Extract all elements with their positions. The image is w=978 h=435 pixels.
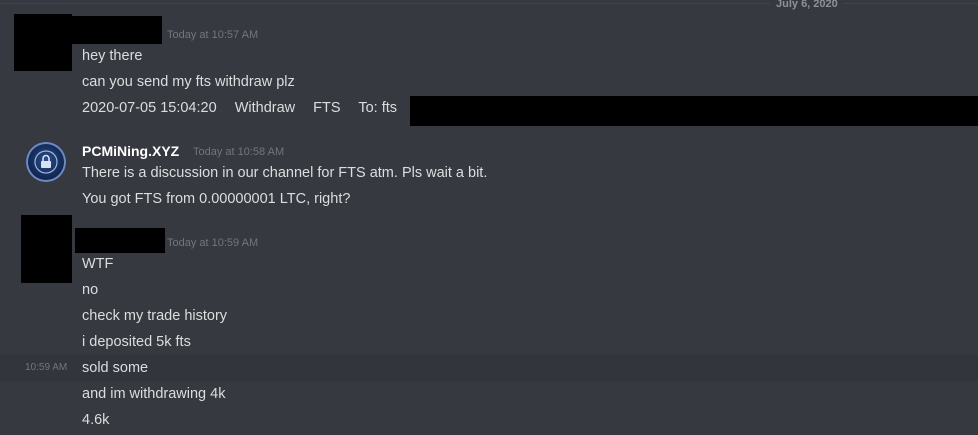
redacted-username	[72, 16, 162, 44]
message-text: no	[82, 282, 99, 298]
message-text: i deposited 5k fts	[82, 334, 191, 350]
message-text: WTF	[82, 256, 114, 272]
hover-timestamp: 10:59 AM	[25, 362, 68, 373]
withdraw-coin: FTS	[313, 100, 341, 116]
chat-messages: July 6, 2020 Today at 10:57 AM hey there…	[0, 0, 978, 435]
redacted-username	[75, 228, 165, 253]
redacted-avatar	[14, 14, 72, 71]
lock-icon	[34, 150, 58, 174]
message-text: can you send my fts withdraw plz	[82, 74, 295, 90]
message-timestamp: Today at 10:58 AM	[193, 146, 285, 158]
message-timestamp: Today at 10:59 AM	[167, 237, 259, 249]
message-text: 4.6k	[82, 412, 110, 428]
withdraw-action: Withdraw	[234, 100, 296, 116]
message-text: and im withdrawing 4k	[82, 386, 226, 402]
redacted-address	[410, 96, 978, 126]
withdraw-address: To: fts	[358, 100, 398, 116]
date-divider: July 6, 2020	[0, 0, 978, 10]
redacted-avatar	[21, 215, 72, 283]
date-divider-label: July 6, 2020	[770, 0, 844, 10]
message-text: You got FTS from 0.00000001 LTC, right?	[82, 191, 351, 207]
message-timestamp: Today at 10:57 AM	[167, 29, 259, 41]
withdraw-datetime: 2020-07-05 15:04:20	[82, 100, 217, 116]
avatar[interactable]	[26, 142, 66, 182]
message-text: sold some	[82, 360, 149, 376]
message-text: There is a discussion in our channel for…	[82, 165, 488, 181]
withdraw-message: 2020-07-05 15:04:20 Withdraw FTS To: fts	[82, 99, 411, 117]
username[interactable]: PCMiNing.XYZ	[82, 143, 179, 159]
message-text: hey there	[82, 48, 143, 64]
message-text: check my trade history	[82, 308, 228, 324]
